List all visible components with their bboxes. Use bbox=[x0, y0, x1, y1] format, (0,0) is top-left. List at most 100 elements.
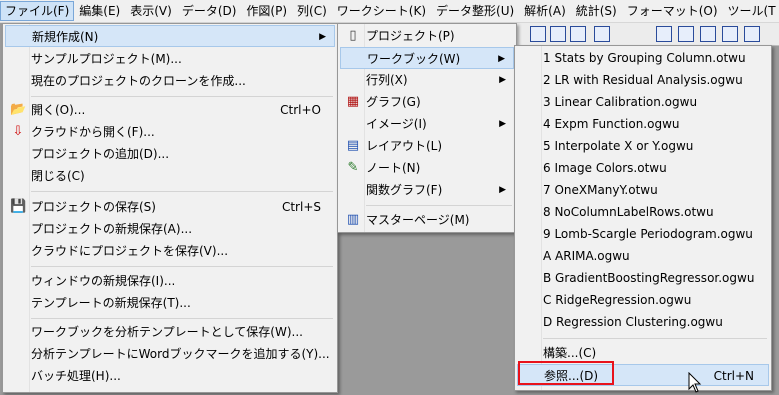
file-save-to-cloud[interactable]: クラウドにプロジェクトを保存(V)... bbox=[5, 240, 335, 262]
workbook-template-item[interactable]: 5 Interpolate X or Y.ogwu bbox=[517, 135, 769, 157]
new-graph-label: グラフ(G) bbox=[366, 95, 421, 109]
new-master-page[interactable]: ▥ マスターページ(M) bbox=[340, 209, 514, 231]
toolbar-bars-icon[interactable] bbox=[550, 26, 566, 42]
toolbar-search-icon[interactable] bbox=[656, 26, 672, 42]
file-add-project[interactable]: プロジェクトの追加(D)... bbox=[5, 143, 335, 165]
toolbar-box-icon[interactable] bbox=[722, 26, 738, 42]
workbook-template-label: A ARIMA.ogwu bbox=[543, 249, 630, 263]
menu-bar: ファイル(F) 編集(E) 表示(V) データ(D) 作図(P) 列(C) ワー… bbox=[0, 0, 779, 23]
toolbar-table-icon[interactable] bbox=[570, 26, 586, 42]
workbook-template-item[interactable]: 6 Image Colors.otwu bbox=[517, 157, 769, 179]
file-save-window-as-label: ウィンドウの新規保存(I)... bbox=[31, 274, 176, 288]
workbook-template-label: 1 Stats by Grouping Column.otwu bbox=[543, 51, 746, 65]
annotation-highlight-box bbox=[518, 361, 614, 385]
graph-icon: ▦ bbox=[346, 94, 360, 109]
file-save-project[interactable]: 💾 プロジェクトの保存(S) Ctrl+S bbox=[5, 196, 335, 218]
workbook-template-label: 7 OneXManyY.otwu bbox=[543, 183, 658, 197]
separator bbox=[31, 191, 333, 192]
workbook-template-item[interactable]: B GradientBoostingRegressor.ogwu bbox=[517, 267, 769, 289]
toolbar-pen-icon[interactable] bbox=[530, 26, 546, 42]
submenu-arrow-icon: ▶ bbox=[319, 32, 326, 42]
menu-edit[interactable]: 編集(E) bbox=[74, 1, 125, 21]
new-notes[interactable]: ✎ ノート(N) bbox=[340, 157, 514, 179]
workbook-template-item[interactable]: C RidgeRegression.ogwu bbox=[517, 289, 769, 311]
workbook-template-item[interactable]: 9 Lomb-Scargle Periodogram.ogwu bbox=[517, 223, 769, 245]
menu-tools[interactable]: ツール(T bbox=[723, 1, 779, 21]
menu-data-shaping[interactable]: データ整形(U) bbox=[431, 1, 519, 21]
file-save-project-as-label: プロジェクトの新規保存(A)... bbox=[31, 222, 193, 236]
workbook-template-item[interactable]: 1 Stats by Grouping Column.otwu bbox=[517, 47, 769, 69]
menu-statistics[interactable]: 統計(S) bbox=[571, 1, 622, 21]
submenu-arrow-icon: ▶ bbox=[499, 119, 506, 129]
file-open[interactable]: 📂 開く(O)... Ctrl+O bbox=[5, 99, 335, 121]
file-close[interactable]: 閉じる(C) bbox=[5, 165, 335, 187]
menu-format[interactable]: フォーマット(O) bbox=[622, 1, 723, 21]
new-graph[interactable]: ▦ グラフ(G) bbox=[340, 91, 514, 113]
toolbar-console-icon[interactable] bbox=[744, 26, 760, 42]
new-master-page-label: マスターページ(M) bbox=[366, 213, 470, 227]
file-batch-processing-label: バッチ処理(H)... bbox=[31, 369, 121, 383]
new-submenu: ▯ プロジェクト(P) ワークブック(W) ▶ 行列(X) ▶ ▦ グラフ(G)… bbox=[337, 23, 517, 233]
file-clone-project-label: 現在のプロジェクトのクローンを作成... bbox=[31, 74, 246, 88]
workbook-template-item[interactable]: D Regression Clustering.ogwu bbox=[517, 311, 769, 333]
file-add-word-bookmark[interactable]: 分析テンプレートにWordブックマークを追加する(Y)... bbox=[5, 343, 335, 365]
file-save-template-as[interactable]: テンプレートの新規保存(T)... bbox=[5, 292, 335, 314]
workbook-template-label: 4 Expm Function.ogwu bbox=[543, 117, 680, 131]
file-new[interactable]: 新規作成(N) ▶ bbox=[5, 25, 335, 47]
new-image[interactable]: イメージ(I) ▶ bbox=[340, 113, 514, 135]
file-save-analysis-template-label: ワークブックを分析テンプレートとして保存(W)... bbox=[31, 325, 303, 339]
separator bbox=[543, 338, 767, 339]
file-clone-project[interactable]: 現在のプロジェクトのクローンを作成... bbox=[5, 70, 335, 92]
workbook-template-label: C RidgeRegression.ogwu bbox=[543, 293, 692, 307]
new-notes-label: ノート(N) bbox=[366, 161, 421, 175]
workbook-template-label: 9 Lomb-Scargle Periodogram.ogwu bbox=[543, 227, 753, 241]
menu-data[interactable]: データ(D) bbox=[177, 1, 242, 21]
toolbar-calc-icon[interactable] bbox=[678, 26, 694, 42]
menu-file[interactable]: ファイル(F) bbox=[0, 1, 75, 21]
submenu-arrow-icon: ▶ bbox=[499, 185, 506, 195]
new-function-graph-label: 関数グラフ(F) bbox=[366, 183, 443, 197]
submenu-arrow-icon: ▶ bbox=[498, 54, 505, 64]
file-close-label: 閉じる(C) bbox=[31, 169, 85, 183]
workbook-template-item[interactable]: 2 LR with Residual Analysis.ogwu bbox=[517, 69, 769, 91]
file-open-cloud[interactable]: ⇩ クラウドから開く(F)... bbox=[5, 121, 335, 143]
new-image-label: イメージ(I) bbox=[366, 117, 427, 131]
file-save-project-as[interactable]: プロジェクトの新規保存(A)... bbox=[5, 218, 335, 240]
new-matrix[interactable]: 行列(X) ▶ bbox=[340, 69, 514, 91]
menu-plot[interactable]: 作図(P) bbox=[241, 1, 292, 21]
file-open-label: 開く(O)... bbox=[31, 103, 86, 117]
new-function-graph[interactable]: 関数グラフ(F) ▶ bbox=[340, 179, 514, 201]
master-page-icon: ▥ bbox=[346, 212, 360, 227]
menu-worksheet[interactable]: ワークシート(K) bbox=[332, 1, 431, 21]
new-project-label: プロジェクト(P) bbox=[366, 29, 455, 43]
mouse-cursor-icon bbox=[688, 372, 702, 393]
workbook-template-label: B GradientBoostingRegressor.ogwu bbox=[543, 271, 755, 285]
toolbar-graph-icon[interactable] bbox=[594, 26, 610, 42]
file-save-analysis-template[interactable]: ワークブックを分析テンプレートとして保存(W)... bbox=[5, 321, 335, 343]
file-batch-processing[interactable]: バッチ処理(H)... bbox=[5, 365, 335, 387]
new-layout-label: レイアウト(L) bbox=[366, 139, 443, 153]
workbook-template-item[interactable]: 7 OneXManyY.otwu bbox=[517, 179, 769, 201]
new-project[interactable]: ▯ プロジェクト(P) bbox=[340, 25, 514, 47]
new-workbook[interactable]: ワークブック(W) ▶ bbox=[340, 47, 514, 69]
workbook-template-item[interactable]: 4 Expm Function.ogwu bbox=[517, 113, 769, 135]
project-icon: ▯ bbox=[349, 28, 357, 43]
workbook-template-label: 3 Linear Calibration.ogwu bbox=[543, 95, 698, 109]
file-menu: 新規作成(N) ▶ サンプルプロジェクト(M)... 現在のプロジェクトのクロー… bbox=[2, 23, 338, 393]
workbook-template-item[interactable]: 8 NoColumnLabelRows.otwu bbox=[517, 201, 769, 223]
new-layout[interactable]: ▤ レイアウト(L) bbox=[340, 135, 514, 157]
toolbar-check-icon[interactable] bbox=[700, 26, 716, 42]
layout-icon: ▤ bbox=[346, 138, 360, 153]
open-folder-icon: 📂 bbox=[10, 102, 27, 117]
menu-column[interactable]: 列(C) bbox=[292, 1, 332, 21]
separator bbox=[366, 205, 512, 206]
menu-analysis[interactable]: 解析(A) bbox=[519, 1, 571, 21]
menu-view[interactable]: 表示(V) bbox=[125, 1, 177, 21]
workbook-template-item[interactable]: A ARIMA.ogwu bbox=[517, 245, 769, 267]
file-save-window-as[interactable]: ウィンドウの新規保存(I)... bbox=[5, 270, 335, 292]
workbook-template-item[interactable]: 3 Linear Calibration.ogwu bbox=[517, 91, 769, 113]
notes-icon: ✎ bbox=[347, 160, 359, 175]
file-sample-project-label: サンプルプロジェクト(M)... bbox=[31, 52, 182, 66]
file-sample-project[interactable]: サンプルプロジェクト(M)... bbox=[5, 48, 335, 70]
shortcut-label: Ctrl+O bbox=[280, 103, 321, 117]
